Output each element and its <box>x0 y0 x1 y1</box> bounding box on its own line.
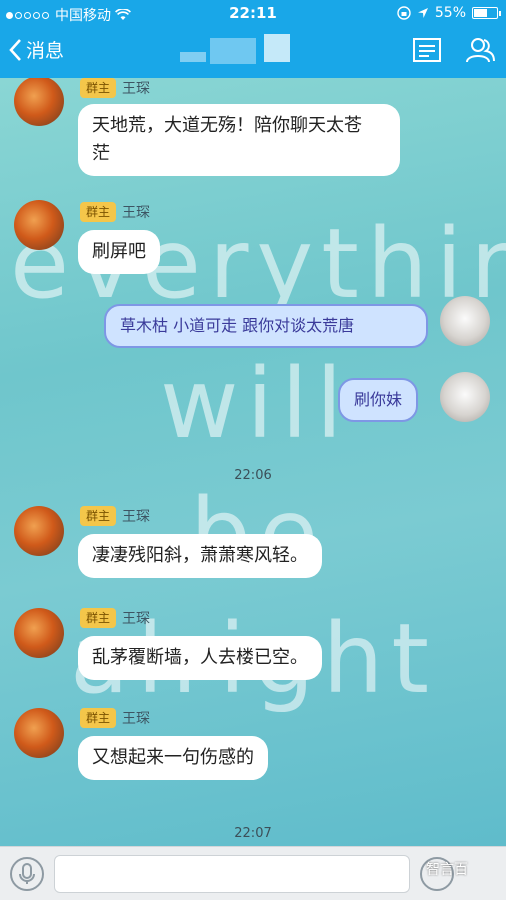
top-bar: 中国移动 22:11 55% 消息 <box>0 0 506 78</box>
chat-area[interactable]: everything will be alright 群主 王琛 天地荒，大道无… <box>0 78 506 846</box>
message-bubble[interactable]: 刷你妹 <box>338 378 419 422</box>
watermark: 智言百 <box>426 859 468 879</box>
message-input[interactable] <box>54 855 410 893</box>
wallpaper-text-2: will <box>160 348 351 460</box>
message-text: 又想起来一句伤感的 <box>92 747 254 768</box>
avatar[interactable] <box>14 200 64 250</box>
avatar[interactable] <box>14 708 64 758</box>
lock-rotation-icon <box>397 6 411 20</box>
message-bubble[interactable]: 天地荒，大道无殇！陪你聊天太苍 茫 <box>78 104 400 176</box>
timestamp: 22:07 <box>234 826 272 841</box>
timestamp: 22:06 <box>234 468 272 483</box>
watermark-text: 智言百 <box>426 862 468 878</box>
location-icon <box>417 8 428 18</box>
message-text: 天地荒，大道无殇！陪你聊天太苍 <box>92 115 362 136</box>
status-right: 55% <box>397 5 501 21</box>
message-text: 茫 <box>92 143 110 164</box>
message-text: 刷屏吧 <box>92 241 146 262</box>
microphone-icon[interactable] <box>10 857 44 891</box>
chat-title-redacted <box>180 34 310 64</box>
sender-name: 王琛 <box>122 509 150 525</box>
battery-label: 55% <box>434 5 466 21</box>
owner-badge: 群主 <box>80 708 117 728</box>
nav-bar: 消息 <box>0 26 506 78</box>
owner-badge: 群主 <box>80 608 117 628</box>
sender-name: 王琛 <box>122 81 150 97</box>
nav-icons <box>412 36 496 64</box>
back-label: 消息 <box>26 40 65 62</box>
members-icon[interactable] <box>464 36 496 64</box>
avatar[interactable] <box>14 608 64 658</box>
message-text: 乱茅覆断墙，人去楼已空。 <box>92 647 308 668</box>
back-button[interactable]: 消息 <box>8 36 64 63</box>
battery-icon <box>472 7 501 19</box>
back-chevron-icon <box>8 38 22 62</box>
message-bubble[interactable]: 凄凄残阳斜，萧萧寒风轻。 <box>78 534 322 578</box>
status-bar: 中国移动 22:11 55% <box>0 0 506 26</box>
message-bubble[interactable]: 刷屏吧 <box>78 230 160 274</box>
sender-name: 王琛 <box>122 611 150 627</box>
message-text: 刷你妹 <box>354 390 403 409</box>
owner-badge: 群主 <box>80 202 117 222</box>
owner-badge: 群主 <box>80 78 117 98</box>
message-text: 草木枯 小道可走 跟你对谈太荒唐 <box>120 316 355 335</box>
avatar[interactable] <box>14 78 64 126</box>
sender-name: 王琛 <box>122 205 150 221</box>
avatar[interactable] <box>14 506 64 556</box>
message-text: 凄凄残阳斜，萧萧寒风轻。 <box>92 545 308 566</box>
avatar[interactable] <box>440 296 490 346</box>
input-bar: 智言百 <box>0 846 506 900</box>
owner-badge: 群主 <box>80 506 117 526</box>
message-bubble[interactable]: 又想起来一句伤感的 <box>78 736 268 780</box>
group-info-icon[interactable] <box>412 36 442 64</box>
avatar[interactable] <box>440 372 490 422</box>
sender-name: 王琛 <box>122 711 150 727</box>
message-bubble[interactable]: 草木枯 小道可走 跟你对谈太荒唐 <box>104 304 428 348</box>
message-bubble[interactable]: 乱茅覆断墙，人去楼已空。 <box>78 636 322 680</box>
